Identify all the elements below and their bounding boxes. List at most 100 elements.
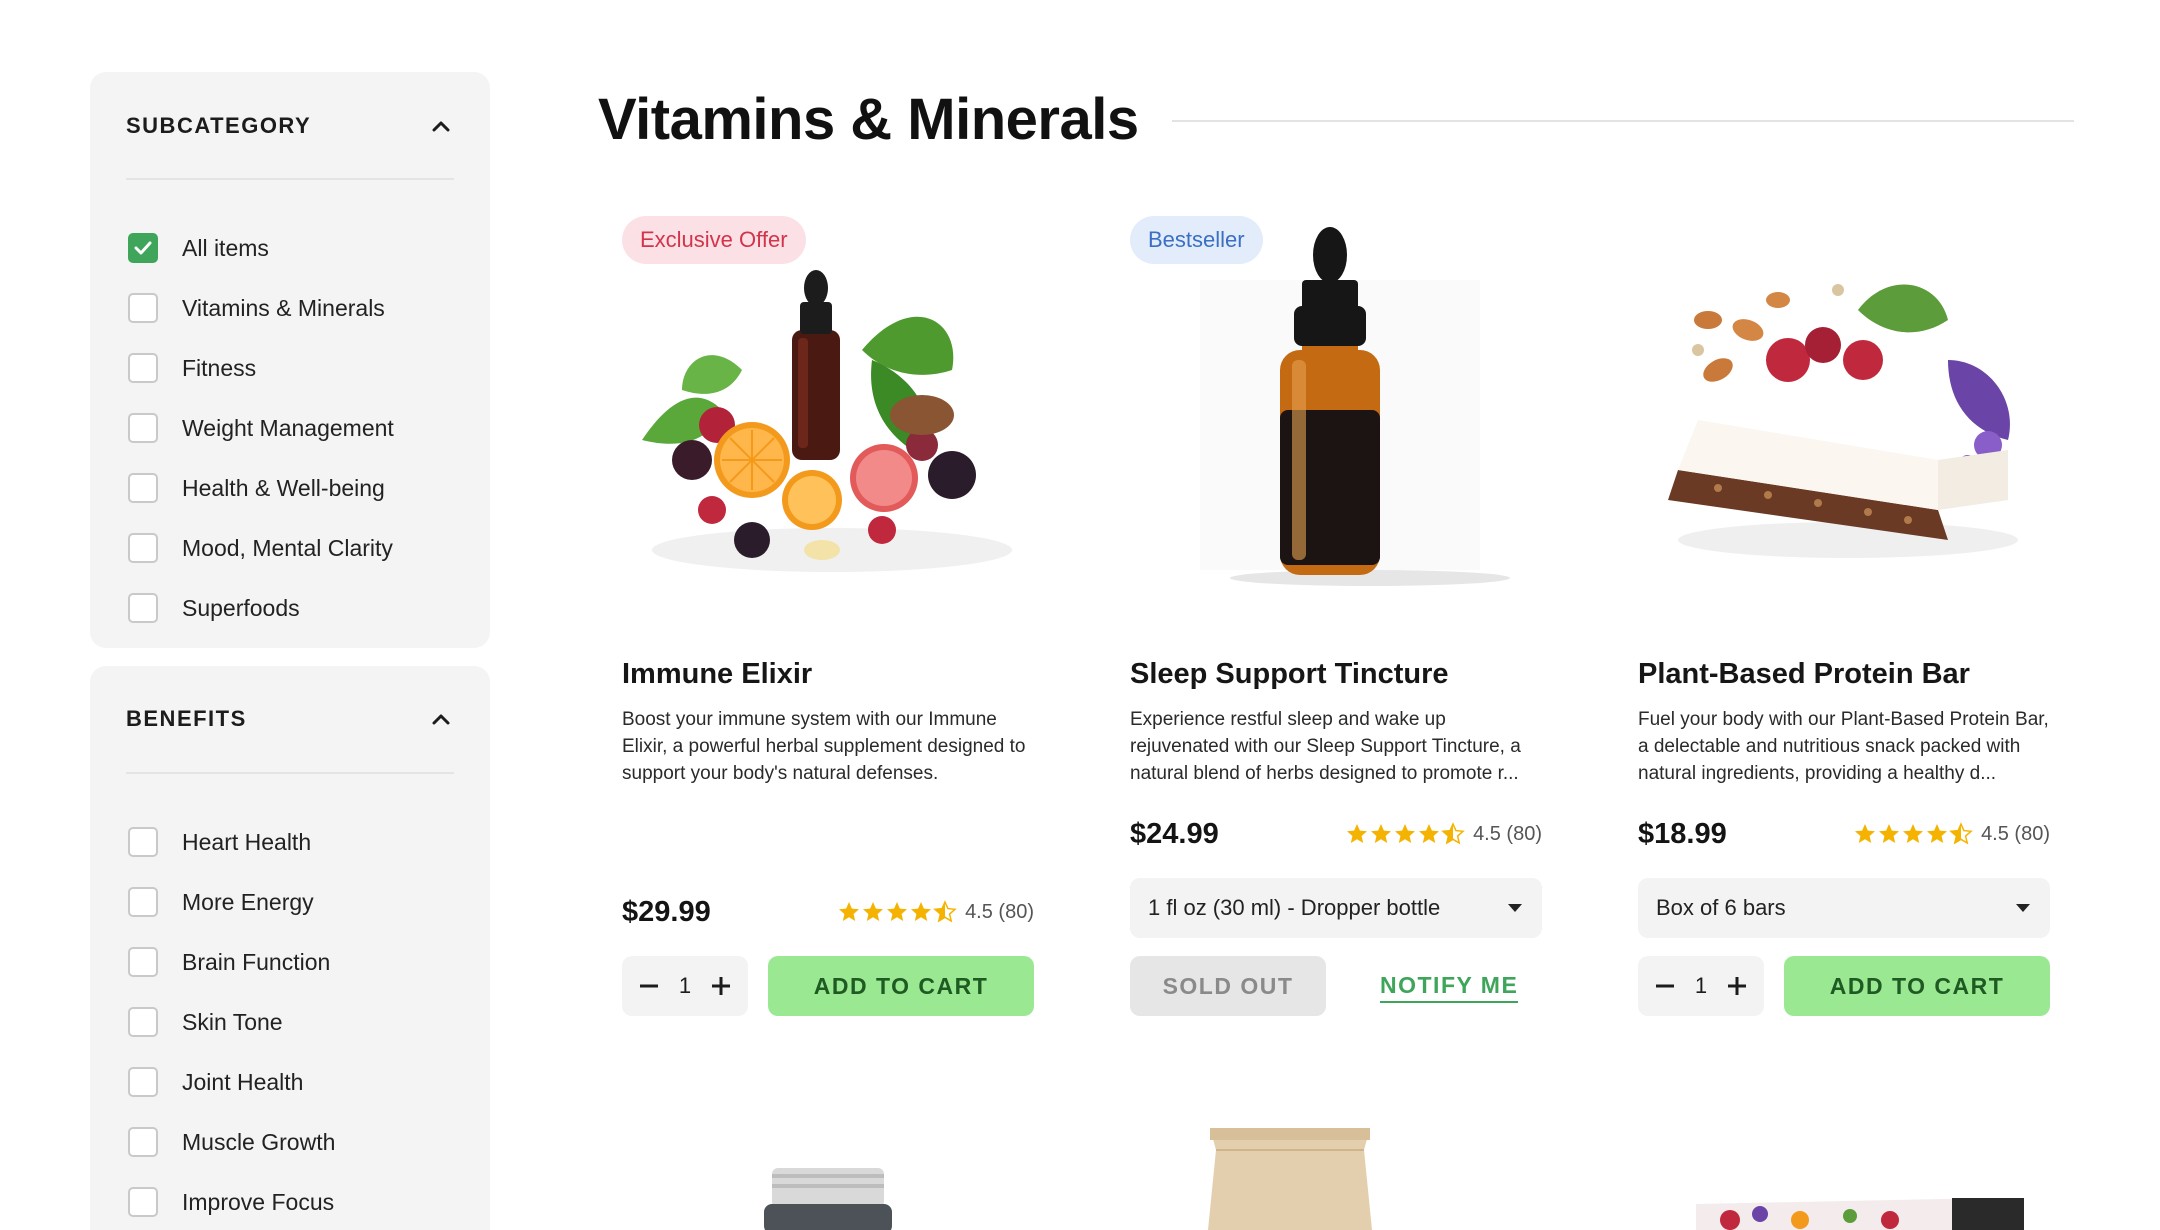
variant-select[interactable]: 1 fl oz (30 ml) - Dropper bottle [1130, 878, 1542, 938]
checkbox[interactable] [128, 1127, 158, 1157]
variant-selected-value: 1 fl oz (30 ml) - Dropper bottle [1148, 895, 1441, 920]
product-name[interactable]: Sleep Support Tincture [1130, 658, 1449, 691]
product-price: $29.99 [622, 896, 711, 928]
exclusive-offer-badge: Exclusive Offer [622, 216, 806, 264]
star-icon [1879, 824, 1900, 843]
filter-option-fitness[interactable]: Fitness [128, 338, 470, 398]
filter-option-heart-health[interactable]: Heart Health [128, 812, 470, 872]
product-name[interactable]: Plant-Based Protein Bar [1638, 658, 1970, 691]
product-image-immune-elixir[interactable] [622, 210, 1034, 600]
star-icon [839, 902, 860, 921]
checkbox[interactable] [128, 353, 158, 383]
rating-text: 4.5 (80) [1473, 822, 1542, 845]
bestseller-badge: Bestseller [1130, 216, 1263, 264]
sold-out-button: SOLD OUT [1130, 956, 1326, 1016]
subcategory-option-list: All items Vitamins & Minerals Fitness We… [128, 218, 470, 638]
product-description: Boost your immune system with our Immune… [622, 709, 1026, 784]
checkbox[interactable] [128, 533, 158, 563]
checkbox[interactable] [128, 473, 158, 503]
product-name[interactable]: Immune Elixir [622, 658, 812, 691]
star-rating [1345, 822, 1465, 846]
star-icon [863, 902, 884, 921]
filter-option-label: Weight Management [182, 414, 394, 441]
minus-icon[interactable] [1652, 973, 1678, 999]
star-icon [887, 902, 908, 921]
product-image-floral-box[interactable] [1690, 1190, 2030, 1230]
filter-option-brain-function[interactable]: Brain Function [128, 932, 470, 992]
checkbox[interactable] [128, 947, 158, 977]
filter-option-muscle-growth[interactable]: Muscle Growth [128, 1112, 470, 1172]
subcategory-filter-header[interactable]: SUBCATEGORY [126, 74, 454, 180]
checkbox[interactable] [128, 593, 158, 623]
checkbox[interactable] [128, 887, 158, 917]
product-rating: 4.5 (80) [837, 900, 1034, 924]
quantity-stepper: 1 [622, 956, 748, 1016]
filter-option-label: Health & Well-being [182, 474, 385, 501]
filter-option-skin-tone[interactable]: Skin Tone [128, 992, 470, 1052]
star-icon [1927, 824, 1948, 843]
benefits-filter-title: BENEFITS [126, 706, 247, 731]
chevron-up-icon[interactable] [428, 113, 454, 139]
minus-icon[interactable] [636, 973, 662, 999]
checkbox[interactable] [128, 413, 158, 443]
page-title: Vitamins & Minerals [598, 87, 1139, 152]
filter-option-improve-focus[interactable]: Improve Focus [128, 1172, 470, 1230]
subcategory-filter-title: SUBCATEGORY [126, 113, 312, 138]
product-image-plant-based-protein-bar[interactable] [1638, 210, 2050, 600]
filter-option-label: Superfoods [182, 594, 300, 621]
filter-option-label: Muscle Growth [182, 1128, 336, 1155]
filter-option-more-energy[interactable]: More Energy [128, 872, 470, 932]
product-rating: 4.5 (80) [1853, 822, 2050, 846]
half-star-icon [1949, 822, 1973, 845]
quantity-value[interactable]: 1 [679, 973, 691, 999]
benefits-option-list: Heart Health More Energy Brain Function … [128, 812, 470, 1230]
filter-option-label: Fitness [182, 354, 257, 381]
filter-option-mood-mental-clarity[interactable]: Mood, Mental Clarity [128, 518, 470, 578]
checkbox[interactable] [128, 1007, 158, 1037]
product-card-immune-elixir: Exclusive Offer Immune Elixir Boost your… [622, 210, 1034, 1030]
checkbox[interactable] [128, 827, 158, 857]
check-icon [134, 241, 152, 255]
notify-me-link[interactable]: NOTIFY ME [1380, 972, 1519, 1003]
star-icon [1371, 824, 1392, 843]
product-description: Fuel your body with our Plant-Based Prot… [1638, 709, 2049, 784]
variant-selected-value: Box of 6 bars [1656, 895, 1786, 920]
filter-option-label: Brain Function [182, 948, 331, 975]
plus-icon[interactable] [1724, 973, 1750, 999]
add-to-cart-button[interactable]: ADD TO CART [768, 956, 1034, 1016]
variant-select[interactable]: Box of 6 bars [1638, 878, 2050, 938]
star-icon [1855, 824, 1876, 843]
product-image-supplement-jar[interactable] [760, 1160, 900, 1230]
rating-text: 4.5 (80) [965, 900, 1034, 923]
filter-option-superfoods[interactable]: Superfoods [128, 578, 470, 638]
product-rating: 4.5 (80) [1345, 822, 1542, 846]
product-image-sleep-support-tincture[interactable] [1130, 210, 1542, 600]
filter-option-label: Vitamins & Minerals [182, 294, 385, 321]
filter-option-label: All items [182, 234, 269, 261]
product-image-kraft-pouch[interactable] [1200, 1120, 1380, 1230]
filter-option-joint-health[interactable]: Joint Health [128, 1052, 470, 1112]
star-icon [1395, 824, 1416, 843]
filter-option-vitamins-minerals[interactable]: Vitamins & Minerals [128, 278, 470, 338]
half-star-icon [1441, 822, 1465, 845]
filter-option-health-well-being[interactable]: Health & Well-being [128, 458, 470, 518]
checkbox[interactable] [128, 1067, 158, 1097]
half-star-icon [933, 900, 957, 923]
star-rating [1853, 822, 1973, 846]
subcategory-filter-panel: SUBCATEGORY All items Vitamins & Mineral… [90, 72, 490, 648]
checkbox[interactable] [128, 233, 158, 263]
add-to-cart-button[interactable]: ADD TO CART [1784, 956, 2050, 1016]
filter-option-weight-management[interactable]: Weight Management [128, 398, 470, 458]
star-icon [1347, 824, 1368, 843]
plus-icon[interactable] [708, 973, 734, 999]
benefits-filter-header[interactable]: BENEFITS [126, 666, 454, 774]
checkbox[interactable] [128, 293, 158, 323]
quantity-value[interactable]: 1 [1695, 973, 1707, 999]
star-icon [1903, 824, 1924, 843]
checkbox[interactable] [128, 1187, 158, 1217]
filter-option-all-items[interactable]: All items [128, 218, 470, 278]
quantity-stepper: 1 [1638, 956, 1764, 1016]
filter-option-label: Improve Focus [182, 1188, 335, 1215]
product-price: $24.99 [1130, 818, 1219, 850]
chevron-up-icon[interactable] [428, 706, 454, 732]
